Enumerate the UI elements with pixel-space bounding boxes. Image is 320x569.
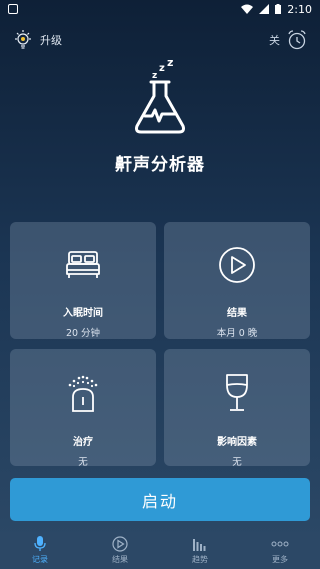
nav-label: 结果 [112, 555, 128, 564]
card-label: 治疗 [73, 437, 93, 448]
card-remedies[interactable]: 治疗 无 [10, 349, 156, 468]
card-value: 无 [232, 457, 242, 468]
bottom-nav: 记录 结果 趋势 更多 [0, 532, 320, 569]
nav-tab-record[interactable]: 记录 [0, 532, 80, 569]
play-icon [219, 247, 255, 283]
status-icons: 2:10 [241, 3, 312, 16]
app-title: 鼾声分析器 [115, 155, 205, 175]
nav-tab-more[interactable]: 更多 [240, 532, 320, 569]
sleep-device-icon [68, 375, 98, 412]
svg-text:z: z [167, 58, 173, 69]
flask-snore-icon: z z z [135, 56, 185, 134]
alarm-toggle[interactable]: 关 [269, 29, 308, 51]
alarm-clock-icon [288, 30, 306, 50]
notification-icon [8, 4, 18, 14]
card-results[interactable]: 结果 本月 0 晚 [164, 222, 310, 339]
card-value: 本月 0 晚 [216, 328, 258, 339]
nav-tab-trends[interactable]: 趋势 [160, 532, 240, 569]
bar-chart-icon [193, 539, 206, 551]
card-label: 结果 [227, 308, 247, 319]
card-sleep-onset[interactable]: 入眠时间 20 分钟 [10, 222, 156, 339]
nav-label: 更多 [272, 555, 288, 564]
app-logo: z z z [0, 56, 320, 142]
wifi-icon [241, 4, 254, 14]
nav-label: 记录 [32, 555, 48, 564]
nav-label: 趋势 [192, 555, 208, 564]
nav-tab-results[interactable]: 结果 [80, 532, 160, 569]
wine-glass-icon [226, 374, 248, 411]
header: 升级 关 [0, 26, 320, 54]
signal-icon [259, 4, 270, 14]
microphone-icon [34, 536, 46, 551]
more-icon [271, 541, 289, 547]
svg-text:z: z [159, 63, 165, 74]
status-bar: 2:10 [0, 0, 320, 18]
upgrade-button[interactable]: 升级 [12, 29, 62, 51]
bed-icon [66, 251, 100, 278]
lightbulb-icon [15, 30, 31, 49]
card-value: 无 [78, 457, 88, 468]
alarm-label: 关 [269, 34, 280, 47]
card-label: 入眠时间 [63, 308, 103, 319]
status-time: 2:10 [287, 2, 312, 16]
card-factors[interactable]: 影响因素 无 [164, 349, 310, 468]
svg-text:z: z [152, 71, 157, 81]
upgrade-label: 升级 [40, 34, 62, 47]
card-value: 20 分钟 [65, 328, 101, 339]
card-label: 影响因素 [217, 437, 257, 448]
start-button[interactable]: 启动 [10, 478, 310, 521]
battery-icon [275, 4, 282, 14]
play-icon [112, 536, 128, 552]
